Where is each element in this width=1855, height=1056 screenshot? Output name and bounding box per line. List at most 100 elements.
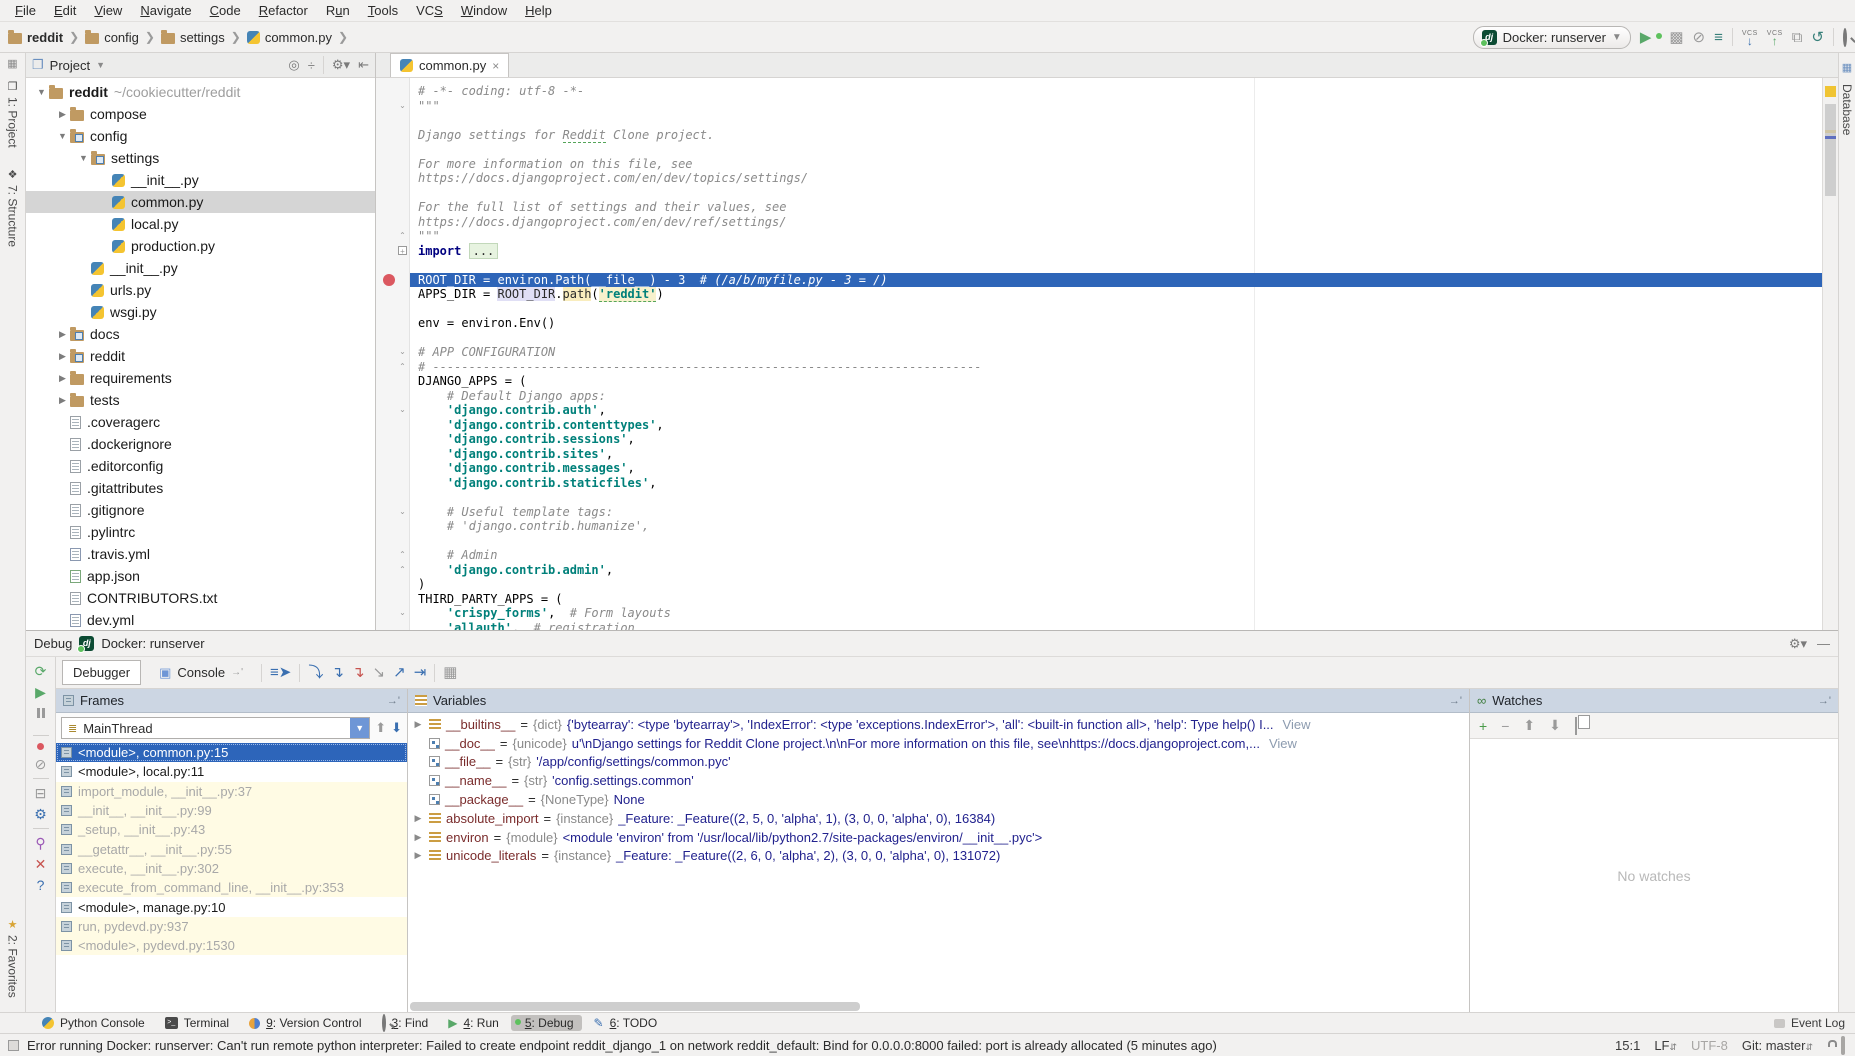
- fold-marker-icon[interactable]: ⌄: [398, 347, 407, 356]
- expand-arrow-icon[interactable]: ▶: [412, 813, 424, 824]
- tree-item[interactable]: local.py: [26, 213, 375, 235]
- menu-item-vcs[interactable]: VCS: [407, 3, 452, 18]
- encoding-indicator[interactable]: UTF-8: [1691, 1038, 1728, 1053]
- mute-breakpoints-button[interactable]: ⊘: [35, 757, 47, 771]
- tree-item[interactable]: ▼settings: [26, 147, 375, 169]
- frame-row[interactable]: import_module, __init__.py:37: [56, 782, 407, 801]
- run-to-cursor-button[interactable]: ⇥: [414, 665, 427, 680]
- help-icon[interactable]: ?: [37, 878, 45, 892]
- run-configurations-button[interactable]: ≡: [1714, 30, 1723, 45]
- variable-row[interactable]: ▶environ={module}<module 'environ' from …: [408, 828, 1469, 847]
- breakpoint-icon[interactable]: [383, 274, 395, 286]
- git-branch-indicator[interactable]: Git: master⇵: [1742, 1038, 1813, 1053]
- sidebar-tab-structure[interactable]: ❖7: Structure: [6, 168, 20, 247]
- locate-file-icon[interactable]: ◎: [288, 57, 299, 73]
- variable-row[interactable]: __doc__={unicode}u'\nDjango settings for…: [408, 734, 1469, 753]
- tree-item[interactable]: .gitattributes: [26, 477, 375, 499]
- tree-item[interactable]: .dockerignore: [26, 433, 375, 455]
- frame-row[interactable]: __init__, __init__.py:99: [56, 801, 407, 820]
- variable-row[interactable]: __name__={str}'config.settings.common': [408, 771, 1469, 790]
- sidebar-tab-database[interactable]: Database: [1840, 84, 1854, 135]
- variable-row[interactable]: __package__={NoneType}None: [408, 790, 1469, 809]
- tool-tab-debug[interactable]: 5: Debug: [511, 1015, 582, 1031]
- fold-marker-icon[interactable]: ⌃: [398, 362, 407, 371]
- move-watch-down-button[interactable]: ⬇: [1549, 717, 1561, 734]
- collapse-arrow-icon[interactable]: ▼: [55, 131, 70, 141]
- close-icon[interactable]: ×: [492, 59, 499, 73]
- tree-item[interactable]: __init__.py: [26, 169, 375, 191]
- fold-marker-icon[interactable]: ⌃: [398, 565, 407, 574]
- frame-row[interactable]: execute_from_command_line, __init__.py:3…: [56, 878, 407, 897]
- tree-item[interactable]: ▶docs: [26, 323, 375, 345]
- frame-row[interactable]: <module>, manage.py:10: [56, 897, 407, 916]
- collapse-arrow-icon[interactable]: ▼: [34, 87, 49, 97]
- gear-icon[interactable]: ⚙▾: [332, 57, 350, 73]
- frame-row[interactable]: <module>, local.py:11: [56, 762, 407, 781]
- menu-item-code[interactable]: Code: [201, 3, 250, 18]
- rollback-button[interactable]: ↺: [1811, 30, 1824, 45]
- search-everywhere-icon[interactable]: [1843, 30, 1847, 45]
- line-ending-indicator[interactable]: LF⇵: [1654, 1038, 1677, 1053]
- expand-arrow-icon[interactable]: ▶: [55, 395, 70, 406]
- frame-row[interactable]: <module>, common.py:15: [56, 743, 407, 762]
- tree-item[interactable]: common.py: [26, 191, 375, 213]
- resume-button[interactable]: ▶: [35, 685, 46, 699]
- code-editor[interactable]: # -*- coding: utf-8 -*-""" Django settin…: [410, 78, 1822, 630]
- run-button[interactable]: ▶: [1640, 30, 1652, 45]
- settings-gear-icon[interactable]: ⚙: [34, 807, 47, 821]
- show-execution-point-button[interactable]: ≡➤: [270, 665, 291, 680]
- float-panel-icon[interactable]: →': [1449, 695, 1462, 707]
- menu-item-help[interactable]: Help: [516, 3, 561, 18]
- tree-item[interactable]: app.json: [26, 565, 375, 587]
- previous-frame-button[interactable]: ⬆: [375, 720, 386, 736]
- fold-marker-icon[interactable]: ⌄: [398, 608, 407, 617]
- tree-item[interactable]: .editorconfig: [26, 455, 375, 477]
- vcs-update-button[interactable]: VCS↓: [1742, 30, 1758, 45]
- tab-debugger[interactable]: Debugger: [62, 660, 141, 685]
- tree-item[interactable]: .gitignore: [26, 499, 375, 521]
- editor-scrollbar[interactable]: [1822, 78, 1838, 630]
- expand-arrow-icon[interactable]: ▶: [412, 832, 424, 843]
- expand-arrow-icon[interactable]: ▶: [412, 719, 424, 730]
- tree-item[interactable]: ▶requirements: [26, 367, 375, 389]
- tool-tab-python-console[interactable]: Python Console: [34, 1015, 153, 1031]
- view-value-link[interactable]: View: [1283, 717, 1311, 732]
- breadcrumb-item-common.py[interactable]: common.py: [247, 30, 332, 45]
- remove-watch-button[interactable]: −: [1501, 718, 1509, 734]
- expand-arrow-icon[interactable]: ▶: [55, 109, 70, 120]
- view-breakpoints-button[interactable]: [37, 743, 44, 750]
- variable-row[interactable]: __file__={str}'/app/config/settings/comm…: [408, 753, 1469, 772]
- tree-item[interactable]: ▶reddit: [26, 345, 375, 367]
- step-over-button[interactable]: ⤵: [308, 665, 323, 680]
- next-frame-button[interactable]: ⬇: [391, 720, 402, 736]
- menu-item-navigate[interactable]: Navigate: [131, 3, 200, 18]
- variable-row[interactable]: ▶absolute_import={instance}_Feature: _Fe…: [408, 809, 1469, 828]
- editor-gutter[interactable]: ⌄⌃+⌄⌃⌄⌄⌃⌃⌄: [376, 78, 410, 630]
- breadcrumb-item-reddit[interactable]: reddit: [8, 30, 63, 45]
- run-with-coverage-button[interactable]: ▩: [1669, 30, 1683, 45]
- tree-item[interactable]: .travis.yml: [26, 543, 375, 565]
- vcs-commit-button[interactable]: VCS↑: [1767, 30, 1783, 45]
- variable-row[interactable]: ▶unicode_literals={instance}_Feature: _F…: [408, 847, 1469, 866]
- tree-item[interactable]: wsgi.py: [26, 301, 375, 323]
- restore-layout-button[interactable]: ⊟: [35, 786, 47, 800]
- float-panel-icon[interactable]: →': [387, 695, 400, 707]
- expand-arrow-icon[interactable]: ▶: [55, 373, 70, 384]
- menu-item-view[interactable]: View: [85, 3, 131, 18]
- tree-item[interactable]: dev.yml: [26, 609, 375, 630]
- chevron-down-icon[interactable]: ▼: [96, 60, 105, 70]
- add-watch-button[interactable]: +: [1479, 718, 1487, 734]
- move-watch-up-button[interactable]: ⬆: [1523, 717, 1535, 734]
- tool-tab-terminal[interactable]: >_Terminal: [157, 1015, 237, 1031]
- tree-item[interactable]: __init__.py: [26, 257, 375, 279]
- step-into-my-code-button[interactable]: ↴: [352, 665, 365, 680]
- fold-marker-icon[interactable]: ⌄: [398, 101, 407, 110]
- caret-position[interactable]: 15:1: [1615, 1038, 1640, 1053]
- menu-item-window[interactable]: Window: [452, 3, 516, 18]
- step-out-button[interactable]: ↗: [393, 665, 406, 680]
- view-value-link[interactable]: View: [1269, 736, 1297, 751]
- collapse-all-icon[interactable]: ÷: [308, 58, 315, 73]
- hide-panel-icon[interactable]: —: [1817, 636, 1830, 652]
- local-history-button[interactable]: ⧉: [1792, 30, 1803, 45]
- event-log-button[interactable]: Event Log: [1791, 1016, 1845, 1030]
